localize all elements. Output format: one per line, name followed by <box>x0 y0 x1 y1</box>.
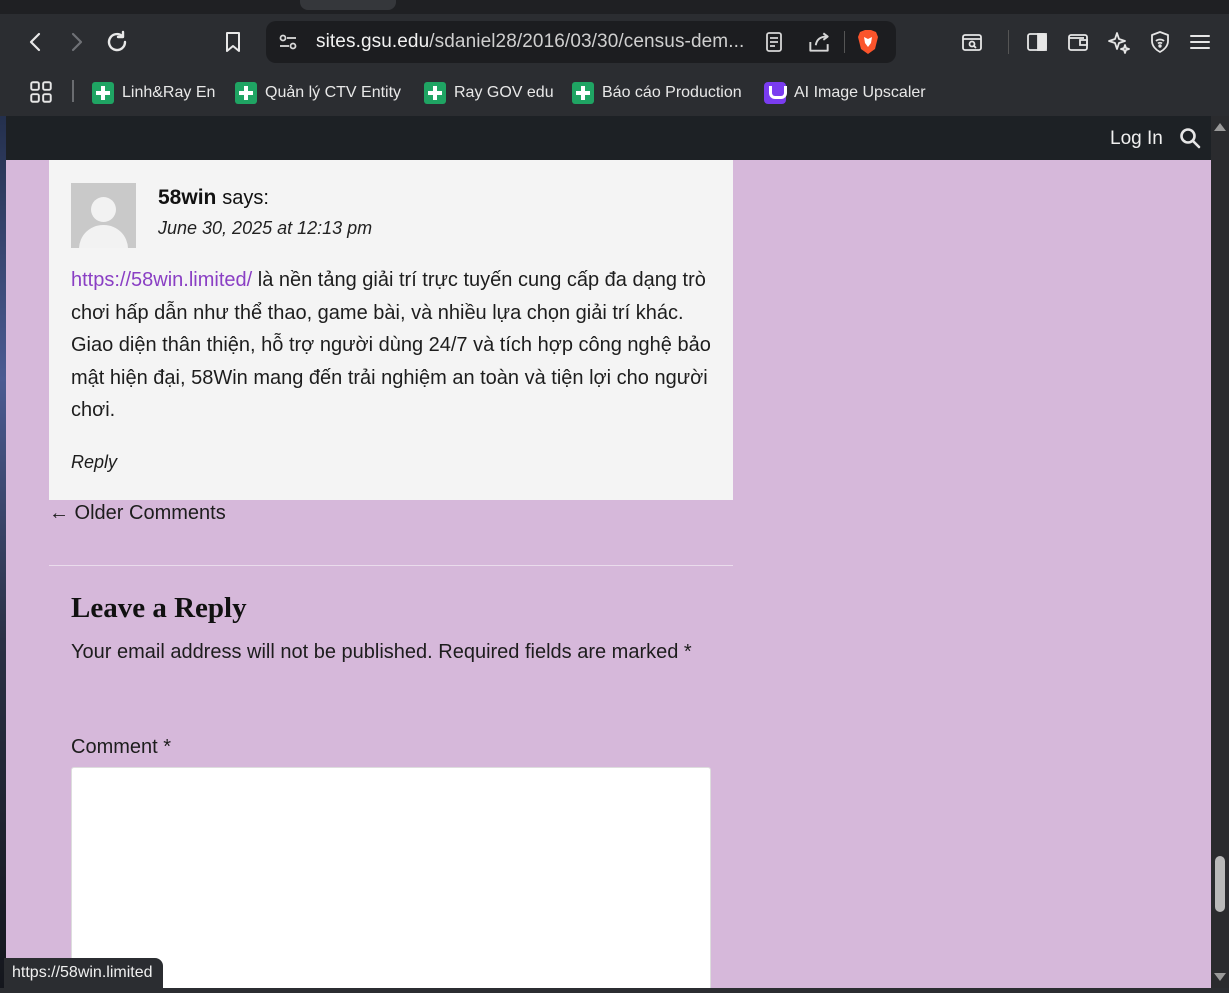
bookmark-button[interactable] <box>217 26 249 58</box>
comment-text: https://58win.limited/ là nền tảng giải … <box>71 264 721 427</box>
bookmark-label: AI Image Upscaler <box>794 84 926 101</box>
sparkle-icon <box>1108 32 1130 54</box>
sidebar-button[interactable] <box>1023 28 1051 56</box>
apps-grid-icon[interactable] <box>28 79 54 105</box>
bookmark-quan-ly-ctv[interactable]: Quản lý CTV Entity <box>235 78 401 108</box>
required-fields-note: Your email address will not be published… <box>71 641 692 663</box>
comment: 58win says: June 30, 2025 at 12:13 pm ht… <box>49 160 733 500</box>
url-separator <box>844 31 845 53</box>
chevron-right-icon <box>71 32 83 52</box>
comment-body-text: là nền tảng giải trí trực tuyến cung cấp… <box>71 269 711 422</box>
reply-link[interactable]: Reply <box>71 452 117 473</box>
reload-button[interactable] <box>101 26 133 58</box>
scroll-down-arrow-icon[interactable] <box>1214 973 1226 981</box>
comment-textarea[interactable] <box>71 767 711 988</box>
site-header: Log In <box>6 116 1211 160</box>
url-host: sites.gsu.edu <box>316 31 430 52</box>
wallet-button[interactable] <box>1064 28 1092 56</box>
share-icon[interactable] <box>806 29 832 55</box>
bookmark-ray-gov-edu[interactable]: Ray GOV edu <box>424 78 554 108</box>
brave-shields-icon[interactable] <box>856 29 880 55</box>
sheets-icon <box>92 82 114 104</box>
comment-link[interactable]: https://58win.limited/ <box>71 269 252 291</box>
bookmark-label: Ray GOV edu <box>454 84 554 101</box>
address-bar[interactable]: sites.gsu.edu/sdaniel28/2016/03/30/censu… <box>266 21 896 63</box>
older-comments-link[interactable]: ← Older Comments <box>49 502 226 525</box>
scrollbar-thumb[interactable] <box>1215 856 1225 912</box>
bookmarks-divider <box>72 80 74 102</box>
comment-author: 58win says: <box>158 186 269 210</box>
site-settings-icon[interactable] <box>276 30 300 54</box>
sheets-icon <box>424 82 446 104</box>
url-path: /sdaniel28/2016/03/30/census-dem... <box>429 31 745 52</box>
sidebar-icon <box>1027 33 1047 51</box>
sheets-icon <box>235 82 257 104</box>
avatar-head-shape <box>91 197 116 222</box>
bookmark-ai-image-upscaler[interactable]: AI Image Upscaler <box>764 78 926 108</box>
browser-toolbar: sites.gsu.edu/sdaniel28/2016/03/30/censu… <box>0 14 1229 70</box>
reload-icon <box>107 30 127 52</box>
bookmark-icon <box>226 32 240 52</box>
forward-button[interactable] <box>60 26 92 58</box>
tab-strip <box>0 0 1229 14</box>
leo-ai-button[interactable] <box>1105 28 1133 56</box>
bookmark-bao-cao-production[interactable]: Báo cáo Production <box>572 78 742 108</box>
bookmark-linh-ray-en[interactable]: Linh&Ray En <box>92 78 215 108</box>
avatar <box>71 183 136 248</box>
link-status-bubble: https://58win.limited <box>4 958 163 988</box>
wallet-icon <box>1068 34 1088 51</box>
toolbar-separator <box>1008 30 1009 54</box>
reader-mode-icon[interactable] <box>762 30 786 54</box>
bookmark-label: Linh&Ray En <box>122 84 216 101</box>
vpn-button[interactable] <box>1146 28 1174 56</box>
chevron-left-icon <box>29 32 41 52</box>
web-page: Log In 58win says: June 30, 2025 at 12:1… <box>6 116 1211 988</box>
menu-button[interactable] <box>1186 28 1214 56</box>
bookmark-label: Báo cáo Production <box>602 84 742 101</box>
hamburger-menu-icon <box>1190 35 1210 49</box>
upscaler-icon <box>764 82 787 104</box>
shield-wifi-icon <box>1151 31 1169 53</box>
window-bottom-edge <box>0 988 1229 993</box>
search-icon[interactable] <box>1178 126 1202 150</box>
scrollbar[interactable] <box>1211 116 1229 988</box>
scroll-up-arrow-icon[interactable] <box>1214 123 1226 131</box>
tab-search-button[interactable] <box>958 28 986 56</box>
reply-form-title: Leave a Reply <box>71 592 247 624</box>
author-name: 58win <box>158 186 217 209</box>
avatar-body-shape <box>79 225 128 248</box>
says-label: says: <box>222 187 269 209</box>
url-text[interactable]: sites.gsu.edu/sdaniel28/2016/03/30/censu… <box>316 31 744 53</box>
login-link[interactable]: Log In <box>1110 128 1163 150</box>
back-button[interactable] <box>20 26 52 58</box>
divider <box>49 565 733 566</box>
sheets-icon <box>572 82 594 104</box>
comment-date[interactable]: June 30, 2025 at 12:13 pm <box>158 218 372 239</box>
comment-field-label: Comment * <box>71 736 172 758</box>
active-tab[interactable] <box>300 0 396 10</box>
tab-search-icon <box>962 34 982 51</box>
bookmarks-bar: Linh&Ray En Quản lý CTV Entity Ray GOV e… <box>0 70 1229 116</box>
bookmark-label: Quản lý CTV Entity <box>265 84 402 101</box>
